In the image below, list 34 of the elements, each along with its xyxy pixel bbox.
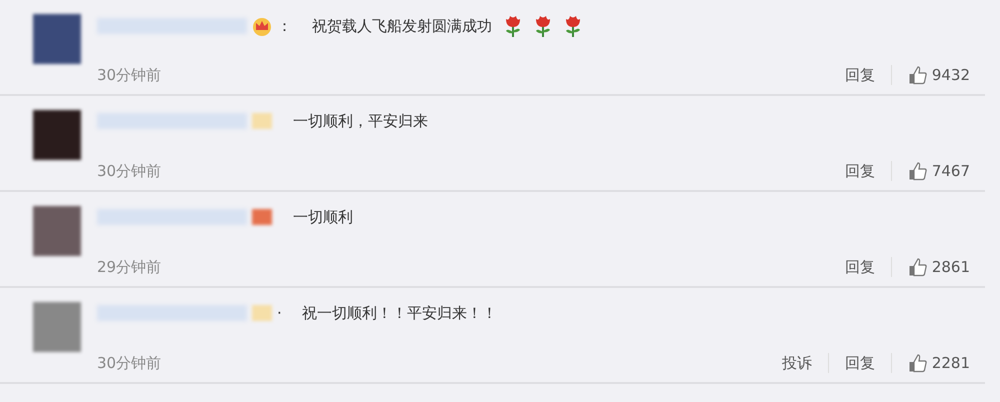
comment-text: 一切顺利 [293, 207, 353, 228]
action-link[interactable]: 回复 [844, 352, 875, 374]
avatar [33, 206, 81, 256]
avatar [33, 302, 81, 352]
like-count: 2281 [932, 352, 970, 374]
rose-icon [534, 14, 552, 38]
badge-icon [251, 207, 273, 228]
like-count: 7467 [932, 160, 970, 182]
thumbs-up-icon[interactable] [908, 64, 928, 85]
rose-icon [504, 14, 522, 38]
action-link[interactable]: 回复 [844, 256, 875, 278]
timestamp: 30分钟前 [97, 64, 162, 86]
like-count: 9432 [932, 64, 970, 86]
thumbs-up-icon[interactable] [908, 160, 928, 181]
crown-icon [251, 16, 273, 36]
avatar [33, 14, 81, 64]
separator-mark: · [277, 303, 282, 324]
badge-icon [251, 111, 273, 132]
separator-mark: ： [277, 16, 292, 37]
comment-text: 祝一切顺利！！平安归来！！ [302, 303, 497, 324]
badge-icon [251, 303, 273, 324]
comment-text: 一切顺利，平安归来 [293, 111, 428, 132]
comment-text: 祝贺载人飞船发射圆满成功 [312, 16, 492, 37]
timestamp: 30分钟前 [97, 352, 162, 374]
like-count: 2861 [932, 256, 970, 278]
action-link[interactable]: 投诉 [782, 352, 812, 374]
action-link[interactable]: 回复 [844, 160, 875, 182]
thumbs-up-icon[interactable] [908, 256, 928, 277]
thumbs-up-icon[interactable] [908, 352, 928, 373]
timestamp: 29分钟前 [97, 256, 162, 278]
avatar [33, 110, 81, 160]
timestamp: 30分钟前 [97, 160, 162, 182]
rose-icon [564, 14, 582, 38]
action-link[interactable]: 回复 [844, 64, 875, 86]
